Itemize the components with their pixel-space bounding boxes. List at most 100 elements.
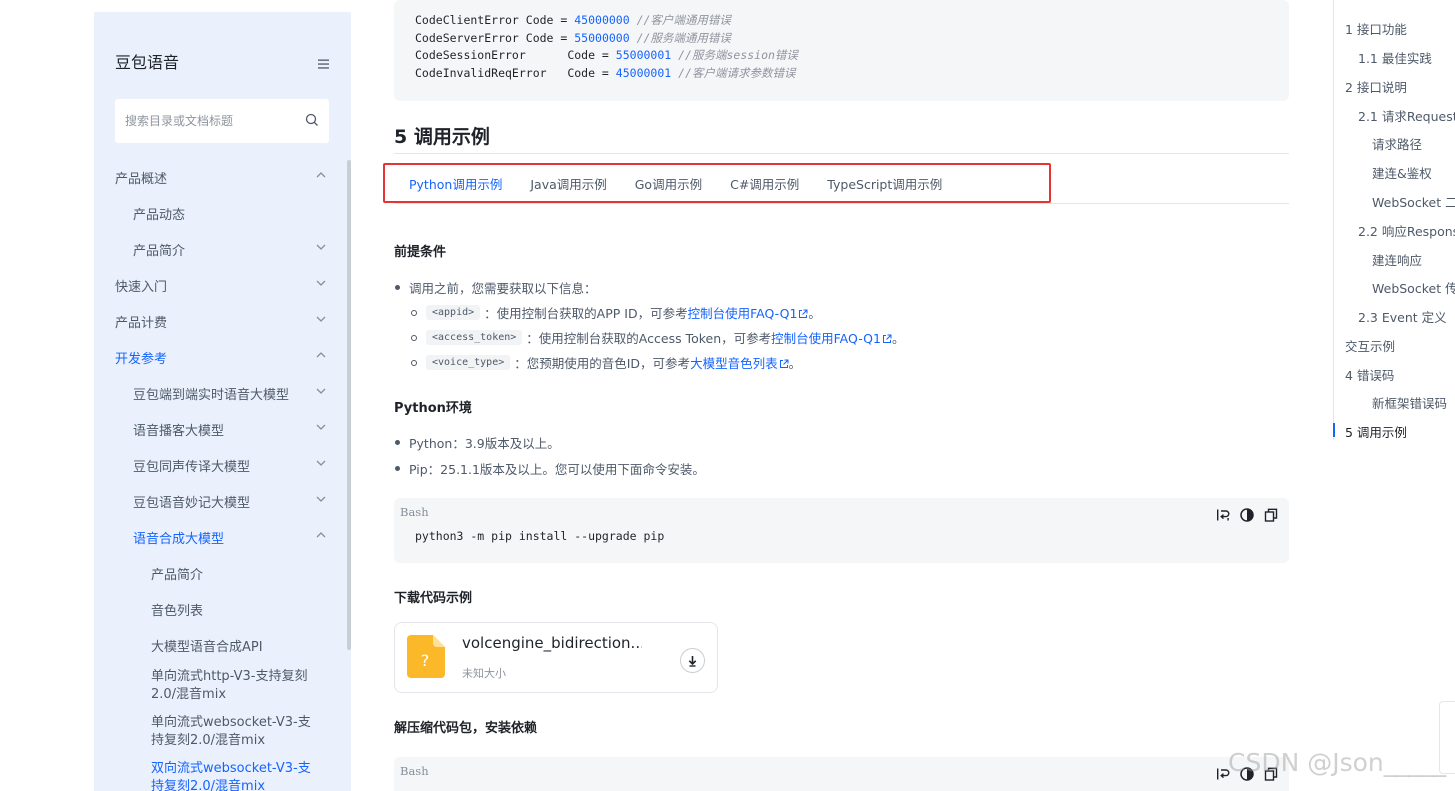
sidebar-title: 豆包语音	[115, 53, 180, 72]
wrap-icon[interactable]	[1215, 507, 1231, 523]
sidebar-item[interactable]: 双向流式websocket-V3-支持复刻2.0/混音mix	[94, 755, 351, 791]
param-suffix: 。	[808, 306, 821, 321]
toc-item[interactable]: 请求路径	[1372, 134, 1422, 153]
sidebar-item[interactable]: 产品动态	[94, 195, 351, 231]
doc-link[interactable]: 大模型音色列表	[690, 353, 789, 372]
sidebar-item[interactable]: 大模型语音合成API	[94, 627, 351, 663]
toc-item[interactable]: 建连&鉴权	[1372, 163, 1432, 182]
chevron-down-icon[interactable]	[315, 313, 327, 329]
sidebar-item[interactable]: 语音合成大模型	[94, 519, 351, 555]
language-tabs: Python调用示例 Java调用示例 Go调用示例 C#调用示例 TypeSc…	[383, 163, 1051, 203]
external-link-icon	[881, 331, 892, 346]
sidebar-item-label: 快速入门	[115, 279, 168, 295]
bash-code-block: Bash python3 -m pip install --upgrade pi…	[394, 498, 1289, 563]
toc-item[interactable]: 2.3 Event 定义	[1358, 307, 1447, 326]
list-item: <access_token> ：使用控制台获取的Access Token，可参考 …	[394, 328, 904, 347]
toc-item[interactable]: WebSocket 二	[1372, 192, 1455, 211]
toc-item[interactable]: 1 接口功能	[1345, 19, 1407, 38]
toc-item[interactable]: 2.1 请求Request	[1358, 106, 1455, 125]
param-tag: <appid>	[426, 305, 481, 320]
download-button[interactable]	[680, 648, 705, 673]
tab-go[interactable]: Go调用示例	[635, 174, 702, 193]
sidebar-item-label: 豆包端到端实时语音大模型	[133, 387, 290, 403]
list-item: 调用之前，您需要获取以下信息：	[394, 278, 597, 297]
sidebar-item[interactable]: 语音播客大模型	[94, 411, 351, 447]
toc-item[interactable]: 5 调用示例	[1345, 422, 1407, 441]
sidebar-scrollbar[interactable]	[347, 160, 351, 650]
list-item: Python：3.9版本及以上。	[394, 433, 560, 452]
sidebar-item-label: 单向流式websocket-V3-支持复刻2.0/混音mix	[151, 715, 311, 748]
file-name: volcengine_bidirection...	[462, 634, 642, 652]
unzip-heading: 解压缩代码包，安装依赖	[394, 721, 538, 736]
tabs-divider	[394, 203, 1289, 204]
code-comment: //客户端通用错误	[636, 13, 731, 27]
sidebar-item[interactable]: 豆包同声传译大模型	[94, 447, 351, 483]
tab-java[interactable]: Java调用示例	[530, 174, 606, 193]
toc-item[interactable]: 新框架错误码	[1372, 393, 1447, 412]
chevron-down-icon[interactable]	[315, 241, 327, 257]
theme-toggle-icon[interactable]	[1239, 507, 1255, 523]
sidebar-item-label: 产品概述	[115, 171, 168, 187]
list-item: <appid> ：使用控制台获取的APP ID，可参考 控制台使用FAQ-Q1 。	[394, 303, 821, 322]
code-comment: //客户端请求参数错误	[678, 65, 796, 80]
menu-icon[interactable]	[317, 55, 331, 69]
chevron-up-icon[interactable]	[315, 169, 327, 185]
sidebar-item[interactable]: 产品概述	[94, 159, 351, 195]
tab-csharp[interactable]: C#调用示例	[730, 174, 799, 193]
toc-item[interactable]: 交互示例	[1345, 336, 1395, 355]
chevron-down-icon[interactable]	[315, 493, 327, 509]
bullet-dot	[395, 466, 400, 471]
chevron-up-icon[interactable]	[315, 529, 327, 545]
copy-icon[interactable]	[1263, 507, 1279, 523]
tab-python[interactable]: Python调用示例	[409, 174, 502, 193]
sidebar-item[interactable]: 单向流式http-V3-支持复刻2.0/混音mix	[94, 663, 351, 709]
list-item: <voice_type> ：您预期使用的音色ID，可参考 大模型音色列表。	[394, 353, 801, 372]
watermark: CSDN @Json_____	[1228, 748, 1447, 777]
sidebar-item[interactable]: 豆包端到端实时语音大模型	[94, 375, 351, 411]
sidebar-item[interactable]: 单向流式websocket-V3-支持复刻2.0/混音mix	[94, 709, 351, 755]
tab-typescript[interactable]: TypeScript调用示例	[827, 174, 942, 193]
external-link-icon	[778, 356, 789, 371]
error-code-block: CodeClientError Code = 45000000 //客户端通用错…	[394, 0, 1289, 101]
toc-item[interactable]: 建连响应	[1372, 250, 1422, 269]
toc-item[interactable]: 2 接口说明	[1345, 77, 1407, 96]
code-line: CodeClientError Code = 45000000 //客户端通用错…	[415, 12, 1289, 30]
sidebar-item[interactable]: 豆包语音妙记大模型	[94, 483, 351, 519]
sidebar-item[interactable]: 产品计费	[94, 303, 351, 339]
toc-item[interactable]: 4 错误码	[1345, 365, 1394, 384]
doc-link[interactable]: 控制台使用FAQ-Q1	[771, 328, 892, 347]
sidebar-item[interactable]: 音色列表	[94, 591, 351, 627]
file-card[interactable]: ? volcengine_bidirection... 未知大小	[394, 622, 718, 693]
chevron-down-icon[interactable]	[315, 421, 327, 437]
sidebar-item-label: 开发参考	[115, 351, 168, 367]
toc-item[interactable]: WebSocket 传	[1372, 278, 1455, 297]
sidebar-item-label: 豆包语音妙记大模型	[133, 495, 251, 511]
bullet-dot	[395, 440, 400, 445]
sidebar-item-label: 音色列表	[151, 603, 204, 619]
code-identifier: CodeInvalidReqError Code =	[415, 65, 616, 80]
chevron-down-icon[interactable]	[315, 457, 327, 473]
sidebar-item[interactable]: 快速入门	[94, 267, 351, 303]
chevron-down-icon[interactable]	[315, 277, 327, 293]
code-identifier: CodeServerError Code =	[415, 30, 575, 45]
sidebar-item-label: 产品计费	[115, 315, 168, 331]
bullet-dot	[395, 285, 400, 290]
code-line: CodeInvalidReqError Code = 45000001 //客户…	[415, 65, 1289, 83]
sidebar-item[interactable]: 产品简介	[94, 231, 351, 267]
download-heading: 下载代码示例	[394, 591, 473, 606]
download-icon	[688, 655, 697, 667]
chevron-down-icon[interactable]	[315, 385, 327, 401]
sidebar-item-label: 产品简介	[133, 243, 186, 259]
chevron-up-icon[interactable]	[315, 349, 327, 365]
toc-item[interactable]: 2.2 响应Respons	[1358, 221, 1455, 240]
sidebar-item[interactable]: 开发参考	[94, 339, 351, 375]
sidebar-item[interactable]: 产品简介	[94, 555, 351, 591]
bullet-ring	[411, 334, 417, 341]
sidebar: 豆包语音 产品概述产品动态产品简介快速入门产品计费开发参考豆包端到端实时语音大模…	[94, 12, 351, 791]
sidebar-search	[115, 99, 329, 143]
toc-item[interactable]: 1.1 最佳实践	[1358, 48, 1432, 67]
doc-link[interactable]: 控制台使用FAQ-Q1	[688, 303, 809, 322]
search-input[interactable]	[125, 114, 305, 128]
code-language-label: Bash	[400, 764, 429, 778]
search-icon[interactable]	[305, 112, 319, 131]
